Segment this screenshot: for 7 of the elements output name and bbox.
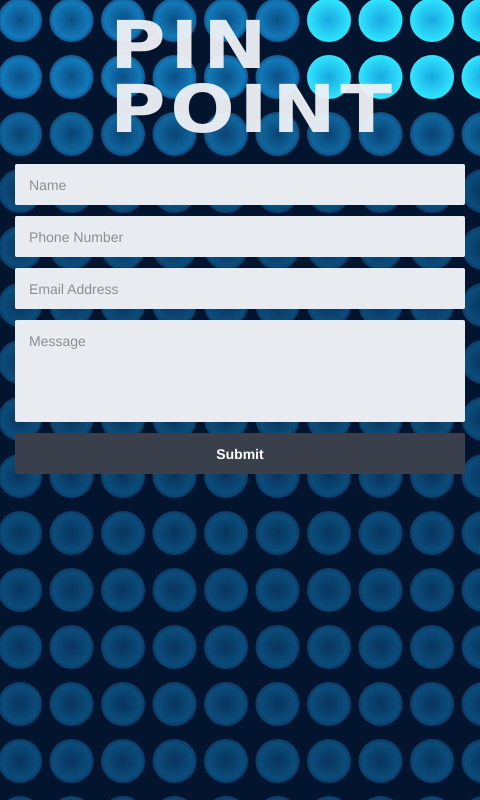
text-field[interactable]: Email Address — [15, 268, 465, 309]
message-field[interactable]: Message — [15, 320, 465, 422]
submit-button[interactable]: Submit — [15, 433, 465, 474]
text-field[interactable]: Name — [15, 164, 465, 205]
logo-text: POINT — [110, 78, 398, 142]
text-field[interactable]: Phone Number — [15, 216, 465, 257]
logo-text: PIN — [110, 14, 272, 78]
